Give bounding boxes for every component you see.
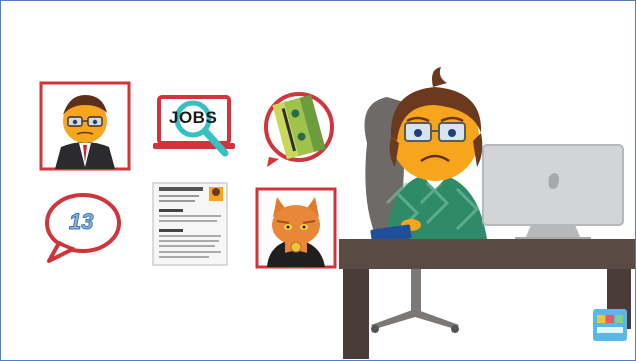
job-search-laptop-card: JOBS [151,93,251,163]
illustration-frame: JOBS 13 [0,0,636,361]
speech-bubble-number: 13 [68,209,94,235]
suit-portrait-icon [39,81,131,171]
office-worker-illustration [339,67,635,359]
cat-icon [255,187,337,269]
laptop-search-icon [153,95,235,157]
number-speech-bubble: 13 [41,191,123,263]
logo-icon [593,309,627,341]
jobs-label: JOBS [169,108,218,127]
suit-portrait-card [39,81,131,171]
resume-document-card [151,181,229,267]
money-circle-card [259,91,339,167]
cat-portrait-card [255,187,337,269]
channel-logo [593,309,627,341]
office-worker-scene [337,63,635,359]
money-icon [264,92,334,167]
resume-icon [152,182,228,266]
